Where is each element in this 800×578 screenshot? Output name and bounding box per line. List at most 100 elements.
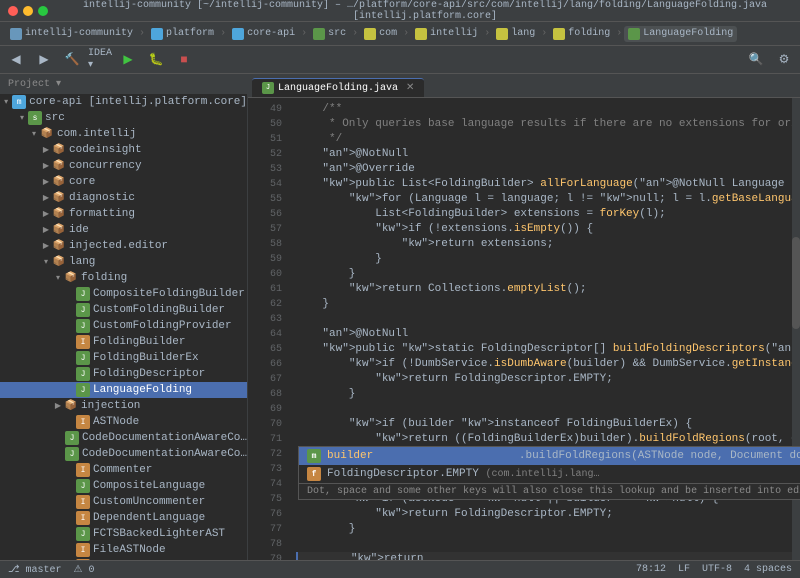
nav-folding[interactable]: folding bbox=[549, 26, 614, 42]
run-button[interactable]: ▶ bbox=[118, 50, 138, 70]
sidebar-item-11[interactable]: ▾📦folding bbox=[0, 270, 247, 286]
close-button[interactable] bbox=[8, 6, 18, 16]
forward-button[interactable]: ▶ bbox=[34, 50, 54, 70]
sidebar-item-20[interactable]: IASTNode bbox=[0, 414, 247, 430]
sidebar-item-25[interactable]: ICustomUncommenter bbox=[0, 494, 247, 510]
editor-tab-languagefolding[interactable]: J LanguageFolding.java ✕ bbox=[252, 78, 424, 97]
line-number-56: 56 bbox=[248, 207, 282, 222]
status-position[interactable]: 78:12 bbox=[636, 564, 666, 575]
line-number-50: 50 bbox=[248, 117, 282, 132]
sidebar-item-6[interactable]: ▶📦diagnostic bbox=[0, 190, 247, 206]
sidebar-item-10[interactable]: ▾📦lang bbox=[0, 254, 247, 270]
line-number-63: 63 bbox=[248, 312, 282, 327]
nav-lang[interactable]: lang bbox=[492, 26, 539, 42]
code-line-70: "kw">if (builder "kw">instanceof Folding… bbox=[296, 417, 792, 432]
run-config-select[interactable]: IDEA ▾ bbox=[90, 50, 110, 70]
tab-close-icon[interactable]: ✕ bbox=[406, 82, 414, 94]
titlebar: intellij-community [~/intellij-community… bbox=[0, 0, 800, 22]
code-line-76: "kw">return FoldingDescriptor.EMPTY; bbox=[296, 507, 792, 522]
code-line-55: "kw">for (Language l = language; l != "k… bbox=[296, 192, 792, 207]
tree-label-20: ASTNode bbox=[93, 416, 139, 428]
tree-icon-17: J bbox=[76, 367, 90, 381]
sidebar-item-13[interactable]: JCustomFoldingBuilder bbox=[0, 302, 247, 318]
sidebar-item-16[interactable]: JFoldingBuilderEx bbox=[0, 350, 247, 366]
status-encoding[interactable]: UTF-8 bbox=[702, 564, 732, 575]
sidebar-item-17[interactable]: JFoldingDescriptor bbox=[0, 366, 247, 382]
autocomplete-item-0[interactable]: m builder.buildFoldRegions(ASTNode node,… bbox=[299, 447, 800, 465]
sidebar-item-19[interactable]: ▶📦injection bbox=[0, 398, 247, 414]
code-line-63 bbox=[296, 312, 792, 327]
tree-label-11: folding bbox=[81, 272, 127, 284]
nav-label-src: src bbox=[328, 28, 346, 39]
sidebar-item-15[interactable]: IFoldingBuilder bbox=[0, 334, 247, 350]
line-number-73: 73 bbox=[248, 462, 282, 477]
tree-arrow-25 bbox=[64, 496, 76, 508]
sidebar-item-0[interactable]: ▾mcore-api [intellij.platform.core] bbox=[0, 94, 247, 110]
tree-label-3: codeinsight bbox=[69, 144, 142, 156]
sidebar-item-8[interactable]: ▶📦ide bbox=[0, 222, 247, 238]
tree-icon-16: J bbox=[76, 351, 90, 365]
nav-src[interactable]: src bbox=[309, 26, 350, 42]
module-icon-2 bbox=[232, 28, 244, 40]
code-line-52: "an">@NotNull bbox=[296, 147, 792, 162]
minimize-button[interactable] bbox=[23, 6, 33, 16]
tree-icon-20: I bbox=[76, 415, 90, 429]
scroll-thumb[interactable] bbox=[792, 237, 800, 329]
sidebar-item-1[interactable]: ▾ssrc bbox=[0, 110, 247, 126]
nav-com[interactable]: com bbox=[360, 26, 401, 42]
sidebar-item-14[interactable]: JCustomFoldingProvider bbox=[0, 318, 247, 334]
java-icon bbox=[628, 28, 640, 40]
code-line-53: "an">@Override bbox=[296, 162, 792, 177]
line-number-55: 55 bbox=[248, 192, 282, 207]
tree-arrow-17 bbox=[64, 368, 76, 380]
line-number-61: 61 bbox=[248, 282, 282, 297]
sidebar-item-26[interactable]: IDependentLanguage bbox=[0, 510, 247, 526]
sidebar-item-23[interactable]: ICommenter bbox=[0, 462, 247, 478]
search-button[interactable]: 🔍 bbox=[746, 50, 766, 70]
sidebar-item-24[interactable]: JCompositeLanguage bbox=[0, 478, 247, 494]
line-number-79: 79 bbox=[248, 552, 282, 560]
maximize-button[interactable] bbox=[38, 6, 48, 16]
code-line-79: "kw">return bbox=[296, 552, 792, 560]
tree-label-0: core-api [intellij.platform.core] bbox=[29, 96, 247, 108]
tree-label-27: FCTSBackedLighterAST bbox=[93, 528, 225, 540]
sidebar-item-12[interactable]: JCompositeFoldingBuilder bbox=[0, 286, 247, 302]
line-number-72: 72 bbox=[248, 447, 282, 462]
sidebar-item-5[interactable]: ▶📦core bbox=[0, 174, 247, 190]
sidebar-item-7[interactable]: ▶📦formatting bbox=[0, 206, 247, 222]
nav-core-api[interactable]: core-api bbox=[228, 26, 299, 42]
tree-arrow-27 bbox=[64, 528, 76, 540]
tree-icon-13: J bbox=[76, 303, 90, 317]
sidebar-item-22[interactable]: JCodeDocumentationAwareCo… bbox=[0, 446, 247, 462]
java-tab-icon: J bbox=[262, 82, 274, 94]
back-button[interactable]: ◀ bbox=[6, 50, 26, 70]
sidebar-item-2[interactable]: ▾📦com.intellij bbox=[0, 126, 247, 142]
nav-intellij-community[interactable]: intellij-community bbox=[6, 26, 137, 42]
sidebar-item-4[interactable]: ▶📦concurrency bbox=[0, 158, 247, 174]
tree-icon-21: J bbox=[65, 431, 79, 445]
sidebar-header[interactable]: Project ▾ bbox=[0, 74, 247, 94]
build-button[interactable]: 🔨 bbox=[62, 50, 82, 70]
sidebar-item-28[interactable]: IFileASTNode bbox=[0, 542, 247, 558]
nav-platform[interactable]: platform bbox=[147, 26, 218, 42]
sidebar-item-18[interactable]: JLanguageFolding bbox=[0, 382, 247, 398]
line-number-54: 54 bbox=[248, 177, 282, 192]
sidebar-item-27[interactable]: JFCTSBackedLighterAST bbox=[0, 526, 247, 542]
window-title: intellij-community [~/intellij-community… bbox=[58, 0, 792, 22]
line-number-64: 64 bbox=[248, 327, 282, 342]
tree-icon-12: J bbox=[76, 287, 90, 301]
sidebar-item-21[interactable]: JCodeDocumentationAwareCo… bbox=[0, 430, 247, 446]
tree-arrow-23 bbox=[64, 464, 76, 476]
sidebar-item-3[interactable]: ▶📦codeinsight bbox=[0, 142, 247, 158]
settings-button[interactable]: ⚙ bbox=[774, 50, 794, 70]
stop-button[interactable]: ■ bbox=[174, 50, 194, 70]
nav-intellij[interactable]: intellij bbox=[411, 26, 482, 42]
debug-button[interactable]: 🐛 bbox=[146, 50, 166, 70]
status-line-sep[interactable]: LF bbox=[678, 564, 690, 575]
nav-languagefolding[interactable]: LanguageFolding bbox=[624, 26, 737, 42]
line-number-75: 75 bbox=[248, 492, 282, 507]
autocomplete-item-1[interactable]: f FoldingDescriptor.EMPTY (com.intellij.… bbox=[299, 465, 800, 483]
tree-label-12: CompositeFoldingBuilder bbox=[93, 288, 245, 300]
sidebar-item-9[interactable]: ▶📦injected.editor bbox=[0, 238, 247, 254]
autocomplete-popup[interactable]: m builder.buildFoldRegions(ASTNode node,… bbox=[298, 446, 800, 500]
